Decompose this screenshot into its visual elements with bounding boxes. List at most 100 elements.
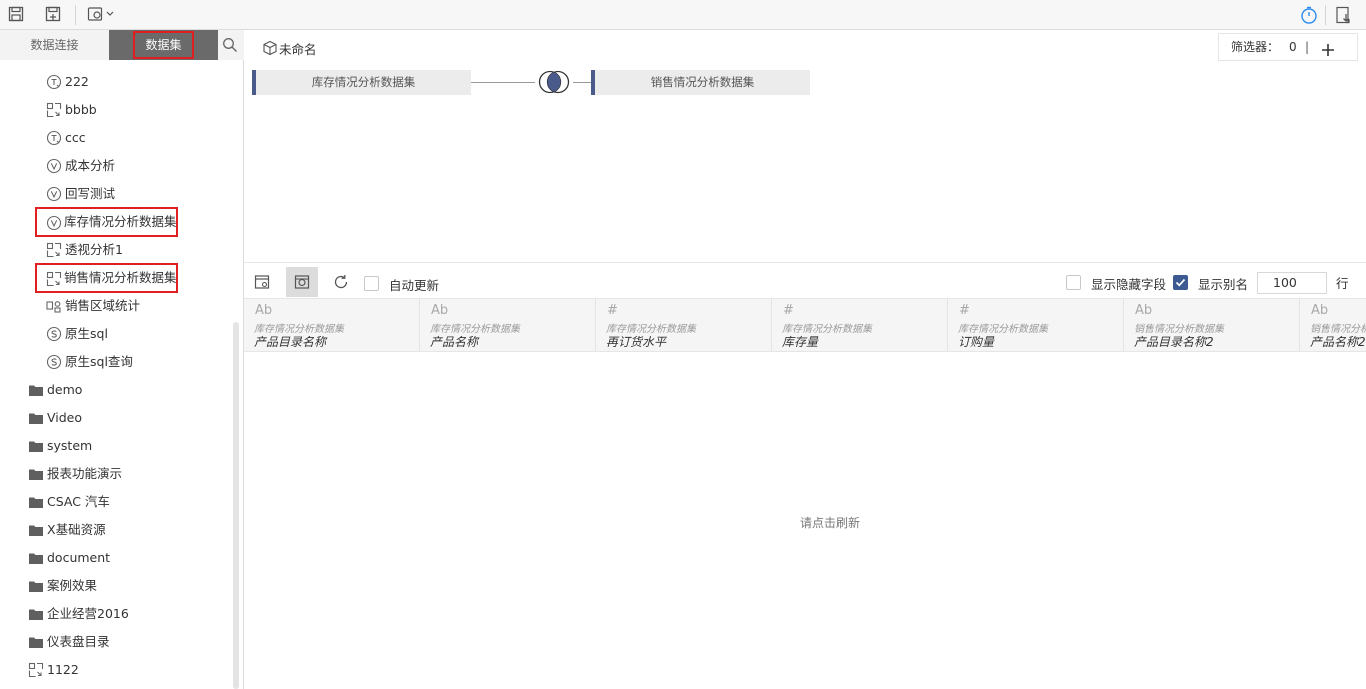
preview-data-icon[interactable]: [286, 267, 318, 297]
folder-item[interactable]: 报表功能演示: [28, 463, 178, 485]
tree-item-label: 仪表盘目录: [47, 634, 110, 649]
field-type-icon: #: [783, 303, 794, 318]
folder-item[interactable]: document: [28, 547, 178, 569]
dataset-item[interactable]: bbbb: [46, 99, 196, 121]
tree-item-label: 销售区域统计: [65, 298, 141, 313]
column-header[interactable]: # 库存情况分析数据集 库存量: [772, 299, 948, 351]
show-hidden-checkbox[interactable]: [1066, 275, 1081, 290]
pivot-icon: [46, 102, 62, 118]
folder-icon: [28, 438, 44, 454]
field-type-icon: Ab: [255, 303, 273, 318]
tree-item-label: 原生sql: [65, 326, 108, 341]
add-filter-icon[interactable]: [1321, 40, 1335, 56]
field-type-icon: #: [607, 303, 618, 318]
folder-item[interactable]: 案例效果: [28, 575, 178, 597]
inner-join-icon[interactable]: [535, 69, 573, 95]
tree-item-label: document: [47, 550, 111, 565]
join-line-right: [573, 82, 591, 83]
dataset-item[interactable]: 原生sql查询: [46, 351, 196, 373]
search-icon[interactable]: [222, 37, 238, 53]
main-area: 未命名 筛选器： 0 | 库存情况分析数据集 销售情况分析数据集 自动更新 显示…: [244, 30, 1366, 689]
column-header[interactable]: Ab销售情况分析数据集产品名称2: [1300, 299, 1366, 351]
rows-input[interactable]: 100: [1257, 272, 1327, 294]
dataset-item[interactable]: 原生sql: [46, 323, 196, 345]
show-alias-label: 显示别名: [1198, 277, 1249, 292]
field-name: 产品目录名称: [254, 335, 327, 349]
tree-item-label: system: [47, 438, 93, 453]
join-canvas: 未命名 筛选器： 0 | 库存情况分析数据集 销售情况分析数据集: [244, 30, 1366, 262]
pivot-icon: [28, 662, 44, 678]
tab-dataset[interactable]: 数据集: [109, 30, 218, 60]
tree-item-label: CSAC 汽车: [47, 494, 110, 509]
top-toolbar: [0, 0, 1366, 30]
cube-icon: [262, 40, 278, 56]
tree-item-label: bbbb: [65, 102, 97, 117]
dataset-item[interactable]: 销售情况分析数据集: [35, 263, 178, 293]
sql-query-icon: [46, 130, 62, 146]
folder-item[interactable]: 仪表盘目录: [28, 631, 178, 653]
settings-dropdown-icon[interactable]: [87, 6, 117, 24]
left-tabs: 数据连接 数据集: [0, 30, 244, 60]
field-name: 产品名称2: [1310, 335, 1366, 349]
column-header[interactable]: Ab 销售情况分析数据集 产品目录名称2: [1124, 299, 1300, 351]
field-name: 产品名称: [430, 335, 479, 349]
sql-query-icon: [46, 74, 62, 90]
auto-update-label: 自动更新: [389, 278, 440, 293]
tree-item-label: 透视分析1: [65, 242, 123, 257]
tab-dataset-label: 数据集: [133, 31, 194, 59]
dataset-item[interactable]: 222: [46, 71, 196, 93]
dataset-item[interactable]: 回写测试: [46, 183, 196, 205]
field-type-icon: Ab: [1135, 303, 1153, 318]
column-header[interactable]: Ab 库存情况分析数据集 产品目录名称: [244, 299, 420, 351]
combined-icon: [46, 298, 62, 314]
filter-separator: |: [1305, 40, 1310, 54]
empty-message[interactable]: 请点击刷新: [244, 514, 1366, 531]
tree-item-label: X基础资源: [47, 522, 106, 537]
folder-item[interactable]: 企业经营2016: [28, 603, 178, 625]
tree-item-label: ccc: [65, 130, 86, 145]
rows-unit-label: 行: [1336, 276, 1349, 291]
filter-label: 筛选器：: [1231, 40, 1280, 54]
native-sql-icon: [46, 326, 62, 342]
dataset-item[interactable]: 成本分析: [46, 155, 196, 177]
auto-update-checkbox[interactable]: [364, 276, 379, 291]
refresh-icon[interactable]: [325, 267, 357, 297]
export-icon[interactable]: [1335, 6, 1353, 24]
tree-item-label: demo: [47, 382, 83, 397]
dataset-item[interactable]: 1122: [28, 659, 178, 681]
dataset-title-label: 未命名: [279, 42, 317, 57]
preview-grid-header: Ab 库存情况分析数据集 产品目录名称 Ab 库存情况分析数据集 产品名称 # 库存情况分析数…: [244, 298, 1366, 352]
save-icon[interactable]: [8, 6, 26, 24]
save-as-icon[interactable]: [45, 6, 63, 24]
tree-item-label: 成本分析: [65, 158, 116, 173]
dataset-item[interactable]: 销售区域统计: [46, 295, 196, 317]
field-name: 库存量: [782, 335, 819, 349]
timer-icon[interactable]: [1300, 6, 1318, 24]
folder-item[interactable]: X基础资源: [28, 519, 178, 541]
tree-item-label: Video: [47, 410, 83, 425]
dataset-item[interactable]: 库存情况分析数据集: [35, 207, 178, 237]
folder-item[interactable]: system: [28, 435, 178, 457]
join-line-left: [471, 82, 535, 83]
tree-item-label: 库存情况分析数据集: [64, 214, 177, 229]
folder-item[interactable]: CSAC 汽车: [28, 491, 178, 513]
join-left-table[interactable]: 库存情况分析数据集: [252, 70, 471, 95]
folder-item[interactable]: demo: [28, 379, 178, 401]
toolbar-divider: [75, 5, 76, 25]
column-header[interactable]: Ab 库存情况分析数据集 产品名称: [420, 299, 596, 351]
column-header[interactable]: # 库存情况分析数据集 再订货水平: [596, 299, 772, 351]
view-icon: [46, 214, 62, 231]
native-sql-icon: [46, 354, 62, 370]
tab-data-connection[interactable]: 数据连接: [0, 30, 109, 60]
left-panel: 数据连接 数据集 222 bbbb ccc 成本分析回写测试库存情况分析数据集 透视分析…: [0, 30, 244, 689]
join-right-table[interactable]: 销售情况分析数据集: [591, 70, 810, 95]
folder-item[interactable]: Video: [28, 407, 178, 429]
show-alias-checkbox[interactable]: [1173, 275, 1188, 290]
column-header[interactable]: # 库存情况分析数据集 订购量: [948, 299, 1124, 351]
field-name: 订购量: [958, 335, 995, 349]
tree-scrollbar[interactable]: [233, 322, 239, 689]
dataset-item[interactable]: ccc: [46, 127, 196, 149]
dataset-item[interactable]: 透视分析1: [46, 239, 196, 261]
preview-settings-icon[interactable]: [246, 267, 278, 297]
folder-icon: [28, 522, 44, 538]
